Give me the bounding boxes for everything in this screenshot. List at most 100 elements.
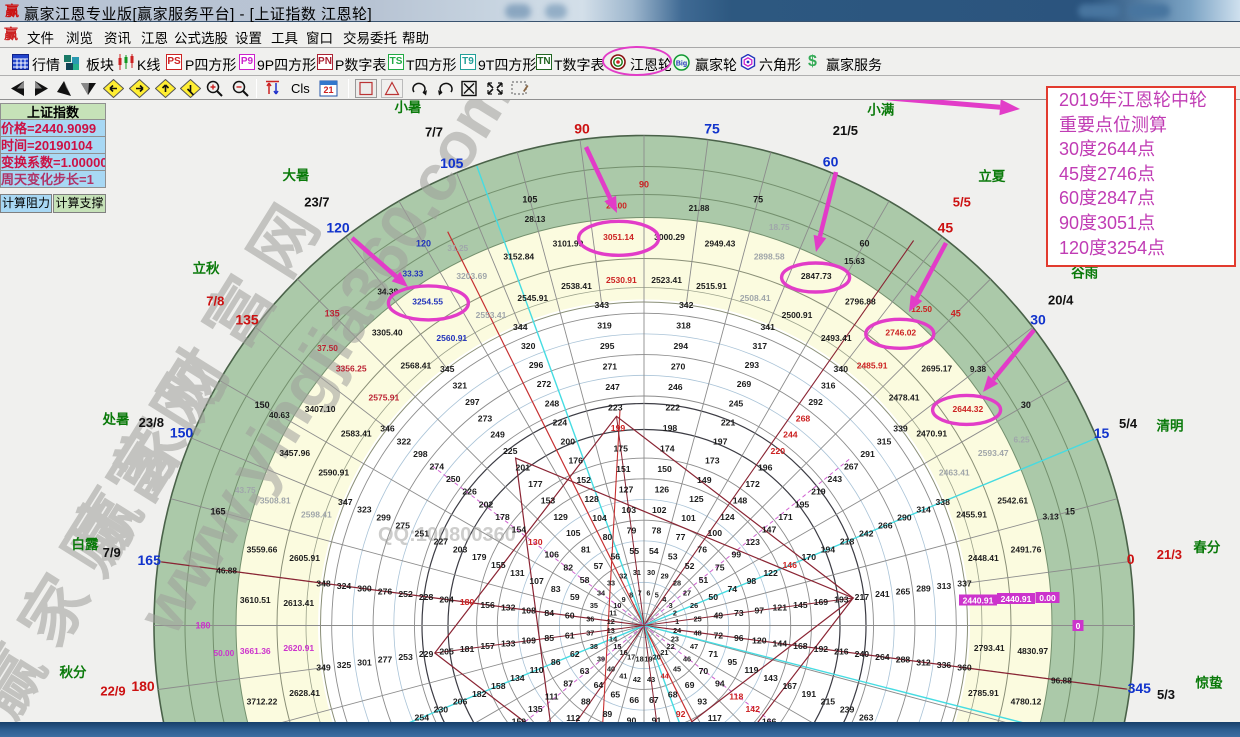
svg-text:323: 323 [357, 505, 372, 515]
svg-text:192: 192 [814, 644, 829, 654]
svg-text:241: 241 [875, 589, 890, 599]
svg-text:315: 315 [877, 436, 892, 446]
svg-text:33.33: 33.33 [403, 269, 424, 279]
svg-text:147: 147 [762, 525, 777, 535]
svg-text:272: 272 [537, 379, 552, 389]
svg-text:198: 198 [663, 423, 678, 433]
svg-text:316: 316 [821, 380, 836, 390]
svg-text:3610.51: 3610.51 [240, 595, 271, 605]
svg-text:104: 104 [592, 513, 607, 523]
svg-text:5: 5 [655, 591, 659, 600]
svg-text:18.75: 18.75 [769, 222, 790, 232]
svg-text:128: 128 [584, 494, 599, 504]
svg-text:25: 25 [694, 614, 702, 623]
svg-text:2613.41: 2613.41 [283, 598, 314, 608]
svg-text:35: 35 [590, 601, 598, 610]
svg-text:218: 218 [840, 536, 855, 546]
svg-text:0.00: 0.00 [1039, 593, 1056, 603]
svg-text:22/9: 22/9 [100, 684, 125, 699]
svg-text:3: 3 [669, 601, 673, 610]
svg-text:299: 299 [376, 513, 391, 523]
svg-text:263: 263 [859, 713, 874, 723]
svg-text:67: 67 [649, 695, 659, 705]
svg-text:2478.41: 2478.41 [889, 392, 920, 402]
svg-text:30: 30 [1021, 400, 1031, 410]
svg-text:101: 101 [681, 513, 696, 523]
svg-text:85: 85 [544, 633, 554, 643]
svg-text:小暑: 小暑 [395, 100, 422, 115]
svg-text:205: 205 [439, 647, 454, 657]
svg-text:2448.41: 2448.41 [968, 553, 999, 563]
svg-text:82: 82 [563, 562, 573, 572]
svg-text:265: 265 [896, 586, 911, 596]
svg-text:120: 120 [416, 239, 431, 249]
svg-text:81: 81 [581, 545, 591, 555]
svg-text:52: 52 [685, 561, 695, 571]
svg-text:133: 133 [501, 638, 516, 648]
svg-text:清明: 清明 [1157, 418, 1184, 434]
svg-text:30: 30 [1030, 312, 1046, 328]
svg-text:119: 119 [744, 665, 758, 675]
svg-text:54: 54 [649, 546, 659, 556]
svg-text:95: 95 [727, 657, 737, 667]
svg-text:145: 145 [793, 600, 808, 610]
svg-text:3457.96: 3457.96 [279, 448, 310, 458]
svg-text:360: 360 [957, 663, 972, 673]
svg-text:31: 31 [633, 568, 641, 577]
svg-text:2593.47: 2593.47 [978, 448, 1009, 458]
svg-text:3661.36: 3661.36 [240, 646, 271, 656]
svg-text:23/7: 23/7 [304, 195, 329, 210]
svg-text:94: 94 [715, 679, 725, 689]
svg-text:40: 40 [607, 665, 615, 674]
svg-text:246: 246 [668, 382, 683, 392]
svg-text:21/3: 21/3 [1157, 547, 1182, 562]
svg-text:108: 108 [521, 605, 536, 615]
svg-text:45: 45 [951, 309, 961, 319]
svg-text:148: 148 [733, 495, 748, 505]
svg-text:244: 244 [783, 430, 798, 440]
svg-text:191: 191 [802, 689, 817, 699]
svg-text:2575.91: 2575.91 [369, 392, 400, 402]
svg-text:大暑: 大暑 [283, 167, 310, 183]
svg-text:180: 180 [460, 597, 475, 607]
svg-text:3254.55: 3254.55 [412, 297, 443, 307]
svg-text:340: 340 [834, 364, 849, 374]
svg-text:2746.02: 2746.02 [885, 328, 916, 338]
svg-text:Big: Big [676, 61, 687, 68]
svg-text:222: 222 [665, 403, 680, 413]
svg-text:224: 224 [553, 417, 568, 427]
svg-text:7: 7 [638, 588, 642, 597]
svg-text:2515.91: 2515.91 [696, 281, 727, 291]
svg-text:2644.32: 2644.32 [953, 404, 984, 414]
svg-text:43.75: 43.75 [235, 485, 256, 495]
svg-text:105: 105 [566, 528, 581, 538]
svg-text:60: 60 [565, 611, 575, 621]
svg-text:2545.91: 2545.91 [517, 293, 548, 303]
svg-text:21: 21 [323, 85, 333, 95]
svg-text:2949.43: 2949.43 [705, 239, 736, 249]
svg-text:345: 345 [1128, 680, 1152, 696]
svg-text:30: 30 [647, 568, 655, 577]
svg-text:8: 8 [629, 591, 633, 600]
svg-text:273: 273 [478, 413, 493, 423]
svg-text:秋分: 秋分 [60, 664, 87, 680]
svg-text:266: 266 [878, 521, 893, 531]
svg-text:20/4: 20/4 [1048, 293, 1074, 308]
svg-text:7/9: 7/9 [103, 545, 121, 560]
svg-text:86: 86 [551, 657, 561, 667]
svg-text:2847.73: 2847.73 [801, 271, 832, 281]
svg-text:60: 60 [823, 153, 839, 169]
svg-text:48: 48 [694, 629, 702, 638]
svg-text:176: 176 [568, 456, 583, 466]
svg-text:181: 181 [460, 644, 475, 654]
svg-text:2530.91: 2530.91 [606, 275, 637, 285]
svg-text:251: 251 [415, 529, 430, 539]
svg-text:288: 288 [896, 655, 911, 665]
svg-text:37.50: 37.50 [317, 343, 338, 353]
svg-text:229: 229 [419, 649, 434, 659]
svg-text:142: 142 [745, 704, 760, 714]
svg-text:5/4: 5/4 [1119, 416, 1138, 431]
svg-text:3305.40: 3305.40 [372, 328, 403, 338]
svg-text:28.13: 28.13 [525, 214, 546, 224]
svg-text:2560.91: 2560.91 [436, 333, 467, 343]
